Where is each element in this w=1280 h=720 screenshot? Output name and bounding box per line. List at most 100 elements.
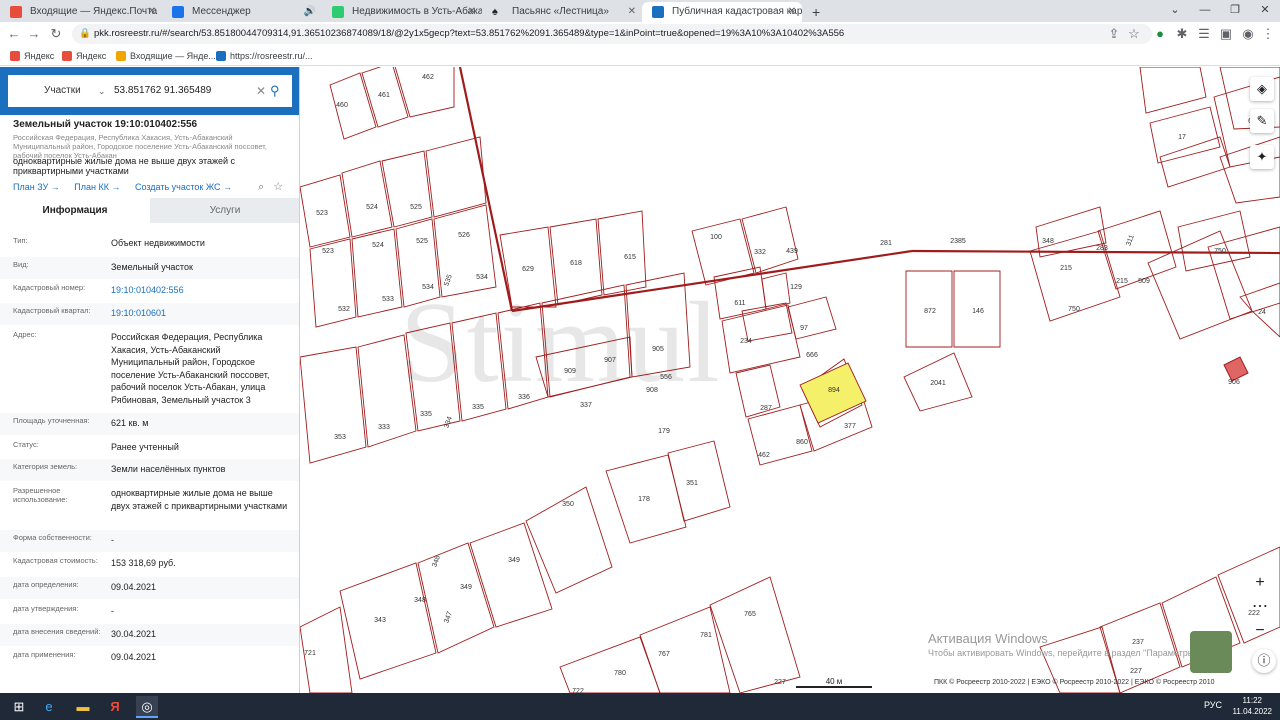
extension-icon[interactable]: ● — [1150, 24, 1170, 44]
parcel-number: 234 — [740, 338, 752, 345]
create-parcel-link[interactable]: Создать участок ЖС → — [135, 182, 232, 192]
plan-zu-link[interactable]: План ЗУ → — [13, 182, 60, 192]
close-icon[interactable]: ✕ — [628, 2, 636, 22]
bookmark-yandex[interactable]: Яндекс — [8, 48, 54, 64]
new-tab-button[interactable]: + — [806, 2, 830, 22]
cadastral-link[interactable]: 19:10:010402:556 — [111, 284, 291, 297]
parcel-outline[interactable] — [469, 522, 553, 628]
parcel-outline[interactable] — [1207, 226, 1280, 320]
info-key: Вид: — [13, 260, 29, 269]
close-icon[interactable]: ✕ — [148, 2, 156, 22]
tab-services[interactable]: Услуги — [150, 198, 299, 223]
parcel-number: 439 — [786, 248, 798, 255]
parcel-number: 909 — [564, 368, 576, 375]
forward-icon[interactable]: → — [24, 24, 44, 44]
close-icon[interactable]: ✕ — [788, 2, 796, 22]
ruler-icon[interactable]: ✎ — [1250, 109, 1274, 133]
sidebar-icon[interactable]: ▣ — [1216, 24, 1236, 44]
reading-list-icon[interactable]: ☰ — [1194, 24, 1214, 44]
system-clock[interactable]: 11:22 11.04.2022 — [1233, 695, 1272, 717]
bookmark-mail[interactable]: Входящие — Яндe... — [114, 48, 216, 64]
chevron-down-icon[interactable]: ⌄ — [98, 75, 106, 107]
activation-title: Активация Windows — [928, 631, 1048, 646]
profile-icon[interactable]: ◉ — [1238, 24, 1258, 44]
yandex-icon — [62, 51, 72, 61]
minimize-button[interactable]: — — [1190, 0, 1220, 22]
parcel-outline[interactable] — [535, 336, 633, 398]
search-type-select[interactable]: Участки — [44, 75, 81, 107]
more-icon[interactable]: ⋯ — [1250, 595, 1270, 619]
parcel-outline[interactable] — [787, 296, 837, 340]
parcel-outline[interactable] — [559, 636, 661, 693]
star-icon[interactable]: ☆ — [273, 181, 283, 193]
search-icon[interactable]: ⚲ — [270, 75, 280, 107]
parcel-outline[interactable] — [639, 606, 731, 693]
close-window-button[interactable]: ✕ — [1250, 0, 1280, 22]
parcel-number: 353 — [334, 434, 346, 441]
star-icon[interactable]: ☆ — [1124, 24, 1144, 44]
info-key: дата применения: — [13, 650, 76, 659]
highlight-parcel-2041[interactable] — [1223, 356, 1249, 382]
parcel-number: 215 — [1060, 265, 1072, 272]
bookmark-rosreestr[interactable]: https://rosreestr.ru/... — [214, 48, 313, 64]
language-indicator[interactable]: РУС — [1204, 700, 1222, 710]
layers-icon[interactable]: ◈ — [1250, 77, 1274, 101]
tab-yandex-mail[interactable]: Входящие — Яндекс.Почта ✕ — [0, 2, 162, 22]
parcel-outline[interactable] — [1139, 67, 1207, 114]
parcel-number: 894 — [828, 387, 840, 394]
parcel-outline[interactable] — [1177, 210, 1251, 272]
info-row: Кадастровый квартал: 19:10:010601 — [0, 303, 299, 325]
search-area-icon[interactable]: ⌕ — [258, 181, 264, 193]
parcel-number: 347 — [443, 611, 454, 624]
cadastral-link[interactable]: 19:10:010601 — [111, 307, 291, 320]
maximize-button[interactable]: ❐ — [1220, 0, 1250, 22]
parcel-outline[interactable] — [417, 542, 495, 654]
edge-icon[interactable]: e — [38, 696, 60, 718]
parcel-outline[interactable] — [709, 576, 801, 693]
info-key: Кадастровая стоимость: — [13, 556, 98, 565]
search-input[interactable]: 53.851762 91.365489 — [114, 75, 211, 107]
parcel-outline[interactable] — [735, 364, 781, 418]
address-bar[interactable]: 🔒 pkk.rosreestr.ru/#/search/53.8518004470… — [72, 24, 1152, 44]
share-icon[interactable]: ⇪ — [1104, 24, 1124, 44]
tab-info[interactable]: Информация — [0, 198, 150, 223]
mute-icon[interactable]: 🔊 — [304, 2, 316, 22]
tab-solitaire[interactable]: ♠ Пасьянс «Лестница» ✕ — [482, 2, 642, 22]
bookmark-yandex-2[interactable]: Яндекс — [60, 48, 106, 64]
parcel-outline[interactable] — [1097, 210, 1177, 290]
info-key: Статус: — [13, 440, 39, 449]
info-value: Российская Федерация, Республика Хакасия… — [111, 332, 270, 405]
zoom-in-button[interactable]: + — [1250, 571, 1270, 595]
parcel-number: 100 — [710, 234, 722, 241]
parcel-outline[interactable] — [1147, 230, 1253, 340]
parcel-outline[interactable] — [741, 206, 799, 274]
tab-cadastral-map[interactable]: Публичная кадастровая карта ✕ — [642, 2, 802, 22]
close-icon[interactable]: ✕ — [468, 2, 476, 22]
zoom-out-button[interactable]: − — [1250, 619, 1270, 643]
plan-kk-link[interactable]: План КК → — [74, 182, 120, 192]
windows-start-icon[interactable]: ⊞ — [8, 696, 30, 718]
info-value: 09.04.2021 — [111, 582, 157, 592]
parcel-outline[interactable] — [395, 218, 441, 308]
reload-icon[interactable]: ↻ — [46, 24, 66, 44]
parcel-outline[interactable] — [300, 346, 367, 464]
back-icon[interactable]: ← — [4, 24, 24, 44]
tab-realty[interactable]: Недвижимость в Усть-Абакане ✕ — [322, 2, 482, 22]
file-explorer-icon[interactable]: ▬ — [72, 696, 94, 718]
minimap[interactable] — [1190, 631, 1232, 673]
clear-icon[interactable]: ✕ — [256, 75, 266, 107]
tab-search-icon[interactable]: ⌄ — [1160, 0, 1190, 22]
parcel-number: 767 — [658, 651, 670, 658]
compass-icon[interactable]: ✦ — [1250, 145, 1274, 169]
info-icon[interactable]: ⓘ — [1252, 649, 1276, 673]
cadastral-map[interactable]: Stimul 462461460675175235245255235245255… — [300, 67, 1280, 693]
tab-messenger[interactable]: Мессенджер 🔊 — [162, 2, 322, 22]
map-canvas[interactable]: 4624614606751752352452552352452552653253… — [300, 67, 1280, 693]
parcel-outline[interactable] — [1217, 546, 1280, 644]
parcel-outline[interactable] — [667, 440, 731, 522]
info-row: Вид: Земельный участок — [0, 257, 299, 279]
menu-icon[interactable]: ⋮ — [1258, 24, 1278, 44]
puzzle-icon[interactable]: ✱ — [1172, 24, 1192, 44]
chrome-icon[interactable]: ◎ — [136, 696, 158, 718]
yandex-browser-icon[interactable]: Я — [104, 696, 126, 718]
